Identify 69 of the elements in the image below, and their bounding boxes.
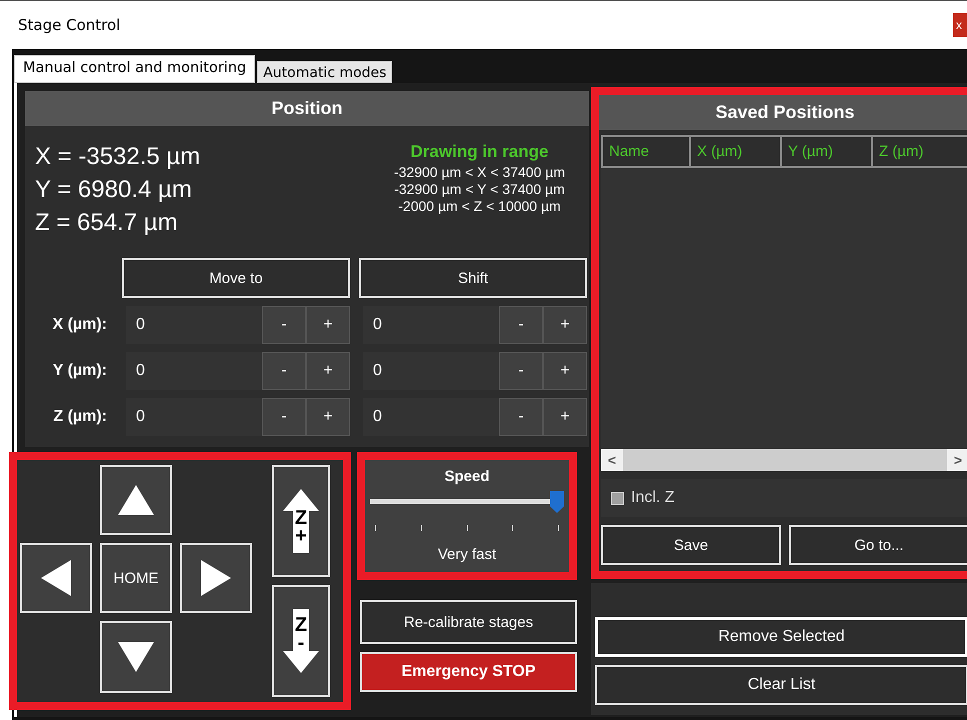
move-left-button[interactable] <box>20 543 92 613</box>
move-input-field[interactable]: 0 <box>126 352 262 390</box>
triangle-left-icon <box>41 560 71 596</box>
decrement-button[interactable]: - <box>262 306 306 344</box>
move-right-button[interactable] <box>180 543 252 613</box>
coordinate-readout: X = -3532.5 µm <box>35 142 200 172</box>
z-letter: Z <box>294 616 308 634</box>
increment-button[interactable]: + <box>306 398 350 436</box>
decrement-button[interactable]: - <box>262 352 306 390</box>
move-up-button[interactable] <box>100 465 172 535</box>
z-letter: Z <box>294 509 308 527</box>
axis-label: Y (µm): <box>52 362 108 380</box>
move-to-button[interactable]: Move to <box>122 258 350 298</box>
move-input-field[interactable]: 0 <box>126 398 262 436</box>
go-to-button[interactable]: Go to... <box>789 525 967 565</box>
shift-button[interactable]: Shift <box>359 258 587 298</box>
range-text: -32900 µm < Y < 37400 µm <box>394 181 565 198</box>
triangle-down-icon <box>118 642 154 672</box>
column-header[interactable]: Z (µm) <box>871 137 967 166</box>
panel-header: Position <box>25 91 589 126</box>
triangle-up-icon <box>118 485 154 515</box>
shift-input-field[interactable]: 0 <box>363 306 499 344</box>
column-header[interactable]: X (µm) <box>689 137 780 166</box>
decrement-button[interactable]: - <box>499 352 543 390</box>
recalibrate-button[interactable]: Re-calibrate stages <box>360 600 577 644</box>
arrow-up-icon <box>283 489 319 553</box>
column-header[interactable]: Name <box>601 137 689 166</box>
arrow-down-icon <box>283 609 319 673</box>
column-header[interactable]: Y (µm) <box>780 137 871 166</box>
speed-title: Speed <box>444 468 490 485</box>
coordinate-readout: Y = 6980.4 µm <box>35 175 193 205</box>
move-input-field[interactable]: 0 <box>126 306 262 344</box>
increment-button[interactable]: + <box>543 398 587 436</box>
panel-header: Saved Positions <box>599 95 967 130</box>
tab[interactable]: Manual control and monitoring <box>14 55 256 83</box>
slider-thumb[interactable] <box>550 491 564 513</box>
save-button[interactable]: Save <box>601 525 781 565</box>
axis-label: X (µm): <box>51 316 108 334</box>
increment-button[interactable]: + <box>543 306 587 344</box>
close-button[interactable]: x <box>953 13 967 37</box>
range-text: -2000 µm < Z < 10000 µm <box>398 198 561 215</box>
range-status: Drawing in range <box>410 141 548 163</box>
checkbox-label: Incl. Z <box>631 489 675 507</box>
z-up-button[interactable]: Z + <box>272 465 330 577</box>
shift-input-field[interactable]: 0 <box>363 352 499 390</box>
sign-label: + <box>295 527 307 545</box>
speed-slider[interactable] <box>370 491 564 513</box>
remove-selected-button[interactable]: Remove Selected <box>595 617 967 657</box>
move-down-button[interactable] <box>100 621 172 693</box>
clear-list-button[interactable]: Clear List <box>595 665 967 705</box>
scrollbar-thumb[interactable] <box>623 449 947 471</box>
speed-reading: Very fast <box>438 546 496 563</box>
emergency-stop-button[interactable]: Emergency STOP <box>360 652 577 692</box>
home-button[interactable]: HOME <box>100 543 172 613</box>
z-down-button[interactable]: Z - <box>272 585 330 697</box>
shift-input-field[interactable]: 0 <box>363 398 499 436</box>
decrement-button[interactable]: - <box>499 398 543 436</box>
window-title: Stage Control <box>18 16 120 34</box>
triangle-right-icon <box>201 560 231 596</box>
sign-label: - <box>298 634 304 652</box>
increment-button[interactable]: + <box>306 352 350 390</box>
axis-label: Z (µm): <box>52 408 108 426</box>
decrement-button[interactable]: - <box>499 306 543 344</box>
increment-button[interactable]: + <box>306 306 350 344</box>
decrement-button[interactable]: - <box>262 398 306 436</box>
tab[interactable]: Automatic modes <box>257 61 392 83</box>
range-text: -32900 µm < X < 37400 µm <box>394 164 565 181</box>
increment-button[interactable]: + <box>543 352 587 390</box>
coordinate-readout: Z = 654.7 µm <box>35 208 179 238</box>
